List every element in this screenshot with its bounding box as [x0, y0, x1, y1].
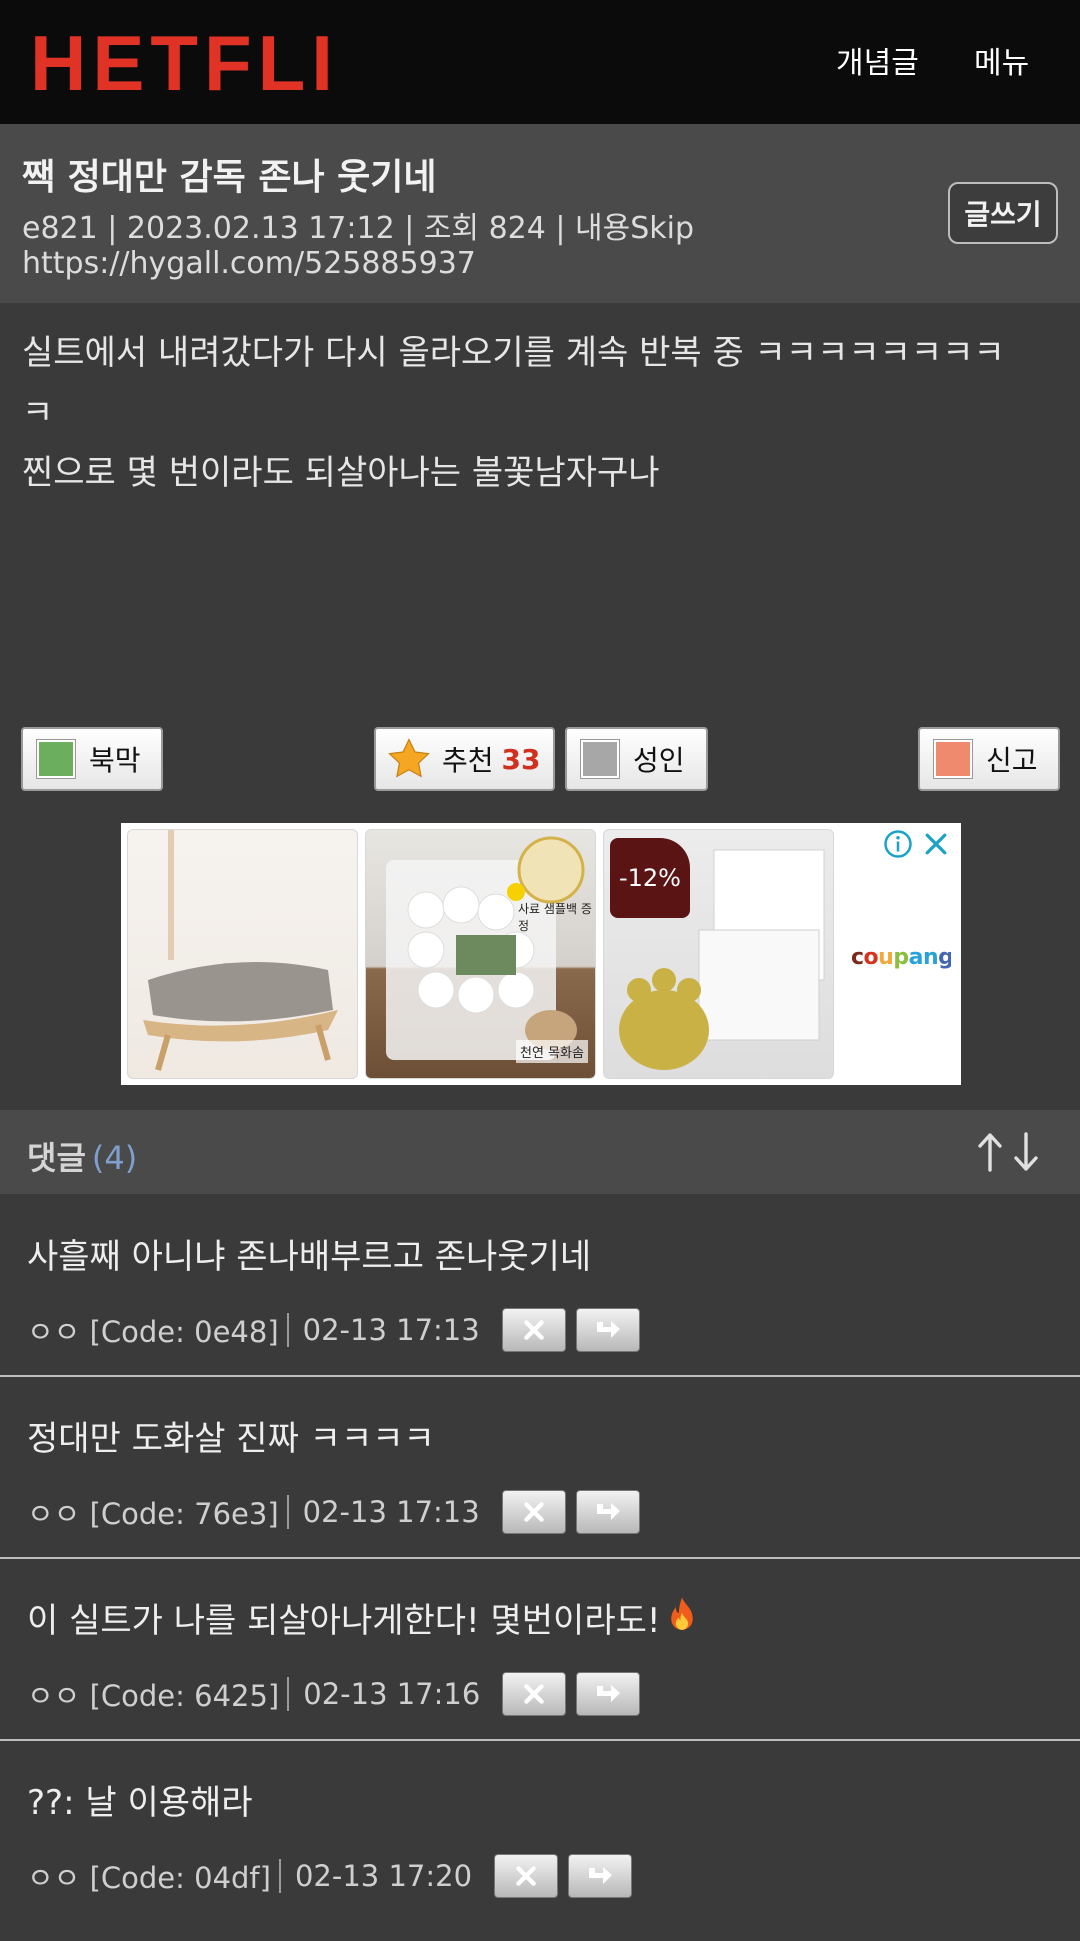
- comment-text: ??: 날 이용해라: [27, 1783, 253, 1823]
- adult-color-icon: [581, 740, 619, 778]
- comments-title: 댓글 (4): [27, 1133, 137, 1179]
- report-button[interactable]: 신고: [918, 727, 1060, 791]
- close-icon: [523, 1320, 544, 1340]
- recommend-count: 33: [501, 742, 541, 776]
- post-body-line: 찐으로 몇 번이라도 되살아나는 불꽃남자구나: [22, 453, 660, 493]
- comment-item: 사흘째 아니냐 존나배부르고 존나웃기네 ㅇㅇ [Code: 0e48] 02-…: [0, 1195, 1080, 1377]
- bookmark-button[interactable]: 북막: [21, 727, 163, 791]
- delete-comment-button[interactable]: [501, 1308, 566, 1352]
- delete-comment-button[interactable]: [502, 1672, 567, 1716]
- reply-arrow-icon: [596, 1321, 620, 1338]
- star-icon: [388, 738, 430, 778]
- comment-author: ㅇㅇ [Code: 0e48]: [27, 1315, 279, 1349]
- delete-comment-button[interactable]: [494, 1854, 559, 1898]
- reply-comment-button[interactable]: [576, 1672, 641, 1716]
- ad-label-cotton: 천연 목화솜: [516, 1040, 588, 1063]
- comment-meta: ㅇㅇ [Code: 0e48] 02-13 17:13: [27, 1308, 640, 1352]
- comment-item: 정대만 도화살 진짜 ㅋㅋㅋㅋ ㅇㅇ [Code: 76e3] 02-13 17…: [0, 1377, 1080, 1559]
- post-body-line: ㅋ: [22, 393, 54, 433]
- comment-text: 정대만 도화살 진짜 ㅋㅋㅋㅋ: [27, 1419, 435, 1459]
- divider: [286, 1313, 289, 1347]
- coupang-logo: coupang: [851, 945, 954, 970]
- close-icon: [524, 1684, 545, 1704]
- ad-banner[interactable]: 사료 샘플백 증정 천연 목화솜 -12% coupang: [121, 823, 961, 1085]
- post-body: 실트에서 내려갔다가 다시 올라오기를 계속 반복 중 ㅋㅋㅋㅋㅋㅋㅋㅋ ㅋ 찐…: [22, 323, 1062, 503]
- reply-comment-button[interactable]: [575, 1490, 640, 1534]
- write-button[interactable]: 글쓰기: [948, 182, 1058, 244]
- adult-button[interactable]: 성인: [565, 727, 708, 791]
- nav-menu[interactable]: 메뉴: [974, 38, 1029, 82]
- post-meta: e821 | 2023.02.13 17:12 | 조회 824 | 내용Ski…: [22, 211, 695, 246]
- sort-arrows-icon[interactable]: [976, 1130, 1056, 1174]
- divider: [287, 1677, 290, 1711]
- reply-arrow-icon: [597, 1685, 621, 1702]
- delete-comment-button[interactable]: [501, 1490, 566, 1534]
- recommend-label: 추천: [442, 744, 494, 777]
- post-body-line: 실트에서 내려갔다가 다시 올라오기를 계속 반복 중 ㅋㅋㅋㅋㅋㅋㅋㅋ: [22, 333, 1005, 373]
- reply-comment-button[interactable]: [575, 1308, 640, 1352]
- site-logo[interactable]: HETFLIX: [30, 22, 330, 102]
- comments-title-label: 댓글: [27, 1139, 86, 1177]
- comment-item: 이 실트가 나를 되살아나게한다! 몇번이라도! ㅇㅇ [Code: 6425]…: [0, 1559, 1080, 1741]
- comment-meta: ㅇㅇ [Code: 04df] 02-13 17:20: [27, 1854, 633, 1898]
- comment-time: 02-13 17:20: [294, 1859, 473, 1893]
- ad-product-cotton[interactable]: 사료 샘플백 증정 천연 목화솜: [365, 829, 596, 1079]
- report-color-icon: [934, 740, 972, 778]
- comment-text: 이 실트가 나를 되살아나게한다! 몇번이라도!: [27, 1593, 701, 1642]
- comment-text-content: 이 실트가 나를 되살아나게한다! 몇번이라도!: [27, 1601, 661, 1641]
- comment-author: ㅇㅇ [Code: 76e3]: [27, 1497, 279, 1531]
- reply-comment-button[interactable]: [568, 1854, 633, 1898]
- reply-arrow-icon: [589, 1867, 613, 1884]
- adult-label: 성인: [633, 744, 685, 777]
- top-bar: HETFLIX 개념글 메뉴: [0, 0, 1080, 124]
- ad-product-pet-bed[interactable]: [127, 829, 358, 1079]
- close-icon: [516, 1866, 536, 1886]
- bookmark-color-icon: [37, 740, 75, 778]
- comment-time: 02-13 17:13: [302, 1313, 480, 1347]
- comments-count: (4): [91, 1139, 138, 1177]
- logo-mark: HETFLIX: [30, 22, 330, 102]
- close-icon: [523, 1502, 544, 1522]
- discount-tag: -12%: [610, 838, 690, 918]
- comment-time: 02-13 17:16: [303, 1677, 481, 1711]
- nav-concept-posts[interactable]: 개념글: [836, 38, 919, 82]
- comment-item: ??: 날 이용해라 ㅇㅇ [Code: 04df] 02-13 17:20: [0, 1741, 1080, 1923]
- pet-bed-image: [143, 830, 338, 1071]
- ad-brand: coupang: [851, 938, 954, 978]
- svg-text:HETFLIX: HETFLIX: [30, 22, 330, 102]
- sort-controls: [976, 1130, 1056, 1178]
- post-header: 짹 정대만 감독 존나 웃기네 e821 | 2023.02.13 17:12 …: [0, 124, 1080, 303]
- recommend-button[interactable]: 추천 33: [374, 727, 555, 791]
- divider: [286, 1495, 289, 1529]
- comment-meta: ㅇㅇ [Code: 76e3] 02-13 17:13: [27, 1490, 640, 1534]
- comment-text: 사흘째 아니냐 존나배부르고 존나웃기네: [27, 1237, 592, 1277]
- comment-time: 02-13 17:13: [302, 1495, 480, 1529]
- fire-emoji-icon: [670, 1597, 693, 1630]
- post-title: 짹 정대만 감독 존나 웃기네: [22, 157, 437, 198]
- report-label: 신고: [986, 744, 1038, 777]
- bookmark-label: 북막: [89, 744, 141, 777]
- reply-arrow-icon: [596, 1503, 620, 1520]
- ad-info-icon[interactable]: [883, 829, 913, 859]
- ad-close-icon[interactable]: [921, 829, 951, 859]
- comment-author: ㅇㅇ [Code: 04df]: [27, 1861, 271, 1895]
- ad-product-dog-soap[interactable]: -12%: [603, 829, 834, 1079]
- comments-header: 댓글 (4): [0, 1110, 1080, 1194]
- comment-meta: ㅇㅇ [Code: 6425] 02-13 17:16: [27, 1672, 641, 1716]
- comment-author: ㅇㅇ [Code: 6425]: [27, 1679, 280, 1713]
- post-url[interactable]: https://hygall.com/525885937: [22, 246, 476, 281]
- ad-label-sample: 사료 샘플백 증정: [518, 902, 592, 933]
- divider: [278, 1859, 281, 1893]
- svg-text:coupang: coupang: [851, 945, 951, 970]
